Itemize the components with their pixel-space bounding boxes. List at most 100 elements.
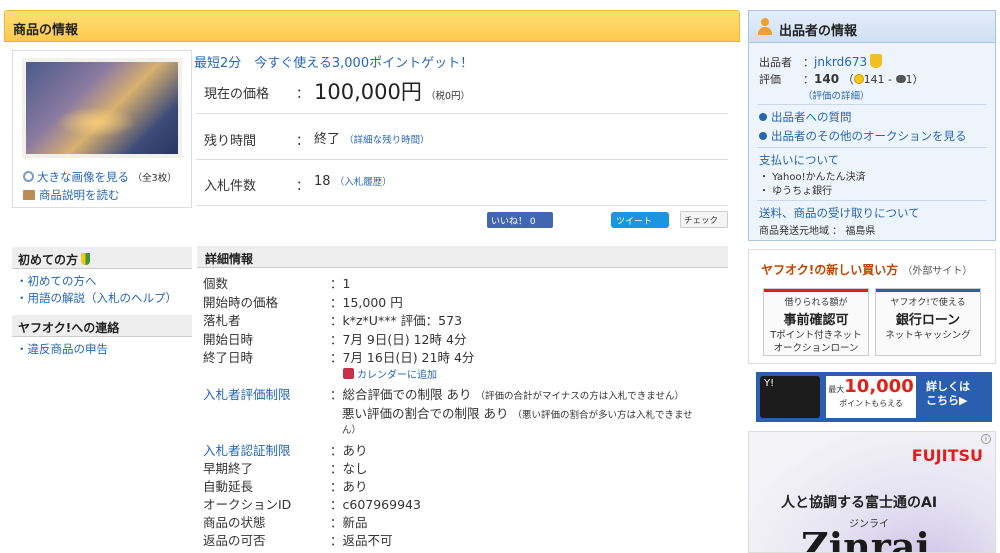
detail-value: ：15,000 円 (330, 295, 403, 310)
tweet-button[interactable]: ツイート (611, 212, 669, 228)
card-line: ネットキャッシング (885, 330, 971, 341)
rating-dash: - (884, 73, 896, 86)
bad-rating-limit-note: （悪い評価の割合が多い方は入札できませ (512, 410, 693, 421)
seller-label: 出品者 ： (759, 56, 814, 69)
rating-limit-value: ：総合評価での制限 あり (330, 387, 472, 402)
seller-info-panel: 出品者の情報 出品者 ：jnkrd673 評価 ：140 （ 141 - 1） （… (748, 10, 996, 241)
bad-rating-count: 1 (905, 73, 913, 86)
bank-loan-card[interactable]: ヤフオク!で使える 銀行ローン ネットキャッシング (875, 288, 981, 356)
add-to-calendar-link[interactable]: カレンダーに追加 (343, 366, 437, 381)
question-seller-link[interactable]: 出品者への質問 (759, 109, 852, 125)
ad-product-name: Zinrai (801, 524, 930, 553)
price-label: 現在の価格 (204, 87, 270, 102)
nav-item-beginner-guide[interactable]: ・初めての方へ (16, 273, 97, 289)
detail-label: オークションID (203, 497, 292, 512)
price-colon: ： (296, 87, 310, 102)
ad-headline: 人と協調する富士通のAI (781, 495, 938, 511)
bad-rating-limit-note-cont: ん） (342, 425, 362, 436)
seller-info-header: 出品者の情報 (749, 11, 995, 43)
remaining-detail-link[interactable]: （詳細な残り時間） (344, 135, 430, 146)
rating-paren-open: （ (842, 73, 854, 86)
auction-loan-card[interactable]: 借りられる額が 事前確認可 Tポイント付きネット オークションローン (763, 288, 869, 356)
remaining-colon: ： (296, 134, 310, 149)
card-line: Tポイント付きネット (770, 330, 862, 341)
beginner-section-head: 初めての方 (12, 247, 192, 269)
rating-limit-note: （評価の合計がマイナスの方は入札できません） (475, 391, 684, 402)
card-logo: Y! (764, 378, 775, 389)
other-auctions-link[interactable]: 出品者のその他のオークションを見る (759, 128, 967, 144)
read-description-link[interactable]: 商品説明を読む (39, 188, 120, 202)
like-button[interactable]: いいね！ 0 (487, 212, 553, 228)
external-site-note: （外部サイト） (902, 266, 973, 277)
detail-label: 個数 (203, 276, 229, 291)
calendar-label: カレンダーに追加 (357, 370, 437, 381)
card-headline: 銀行ローン (895, 313, 961, 328)
detail-value: ：7月 9日(日) 12時 4分 (330, 332, 467, 347)
item-thumbnail-image[interactable] (22, 58, 182, 158)
remaining-time-row: 残り時間 ： 終了 （詳細な残り時間） (196, 114, 728, 160)
bad-rating-limit-value: 悪い評価の割合での制限 あり (342, 406, 509, 421)
bid-count: 18 (314, 174, 331, 189)
current-price-row: 現在の価格 ： 100,000円 （税0円） (196, 68, 728, 114)
check-label: チェック (684, 216, 719, 226)
remaining-label: 残り時間 (204, 134, 257, 149)
payment-method: ・ Yahoo!かんたん決済 (759, 172, 866, 183)
thumbnail-box: 大きな画像を見る （全3枚） 商品説明を読む (12, 50, 192, 208)
ad-points-label: ポイントもらえる (839, 399, 903, 408)
image-count: （全3枚） (132, 173, 177, 184)
badge-icon (870, 54, 883, 68)
bid-history-link[interactable]: （入札履歴） (335, 177, 392, 188)
new-buy-methods-panel: ヤフオク!の新しい買い方 （外部サイト） 借りられる額が 事前確認可 Tポイント… (748, 249, 996, 364)
view-large-image-link[interactable]: 大きな画像を見る (37, 170, 129, 184)
nav-item-glossary[interactable]: ・用語の解説（入札のヘルプ） (16, 290, 177, 306)
detail-value: ：返品不可 (330, 533, 393, 548)
seller-info-title: 出品者の情報 (779, 24, 858, 39)
detail-value: ：あり (330, 479, 368, 494)
bidder-auth-value: ：あり (330, 443, 368, 458)
card-accent-bar (876, 289, 980, 292)
card-line: 借りられる額が (784, 298, 848, 308)
detail-value: ：k*z*U*** 評価：573 (330, 313, 463, 328)
detail-label: 終了日時 (203, 350, 254, 365)
other-auctions-label: 出品者のその他のオークションを見る (771, 129, 967, 143)
shipping-info-link[interactable]: 送料、商品の受け取りについて (759, 205, 920, 221)
ad-info-icon[interactable]: i (981, 434, 991, 444)
detail-label: 返品の可否 (203, 533, 266, 548)
tweet-label: ツイート (616, 217, 653, 227)
credit-card-image: Y! (760, 376, 820, 418)
beginner-head-label: 初めての方 (18, 253, 79, 267)
bidder-auth-limit-link[interactable]: 入札者認証制限 (203, 440, 291, 459)
arrow-icon (759, 132, 767, 140)
bid-count-row: 入札件数 ： 18 （入札履歴） (196, 160, 728, 206)
detail-label: 落札者 (203, 313, 241, 328)
detail-value: ：1 (330, 276, 351, 291)
bids-label: 入札件数 (204, 179, 257, 194)
nav-item-report-violation[interactable]: ・違反商品の申告 (16, 341, 108, 357)
contact-section-head: ヤフオク!への連絡 (12, 315, 192, 337)
check-button[interactable]: チェック (680, 211, 728, 228)
card-line: ヤフオク!で使える (890, 298, 966, 308)
remaining-value: 終了 (314, 132, 341, 147)
ad-max-label: 最大 (828, 385, 845, 394)
payment-info-link[interactable]: 支払いについて (759, 152, 839, 168)
divider (757, 200, 987, 201)
ad-detail-line: 詳しくは (926, 380, 970, 393)
bids-colon: ： (296, 179, 310, 194)
bidder-rating-limit-link[interactable]: 入札者評価制限 (203, 384, 291, 403)
tax-note: （税0円） (425, 91, 471, 102)
calendar-icon (343, 368, 354, 379)
rating-value: 140 (814, 72, 840, 86)
fujitsu-ad-banner[interactable]: i FUJITSU 人と協調する富士通のAI ジンライ Zinrai (748, 431, 996, 553)
detail-label: 開始日時 (203, 332, 254, 347)
seller-name-link[interactable]: jnkrd673 (814, 55, 867, 69)
book-icon (23, 190, 35, 200)
magnifier-icon (23, 171, 34, 182)
rating-detail-link[interactable]: （評価の詳細） (803, 88, 870, 102)
ad-points-amount: 10,000 (844, 376, 914, 397)
detail-value: ：新品 (330, 515, 368, 530)
detail-value: ：7月 16日(日) 21時 4分 (330, 350, 475, 365)
detail-value: ：c607969943 (330, 497, 421, 512)
shipping-origin: 商品発送元地域 ： 福島県 (759, 226, 876, 237)
points-ad-banner[interactable]: Y! 最大10,000 ポイントもらえる 詳しくは こちら▶ (756, 372, 992, 422)
bad-rating-icon (895, 75, 906, 83)
